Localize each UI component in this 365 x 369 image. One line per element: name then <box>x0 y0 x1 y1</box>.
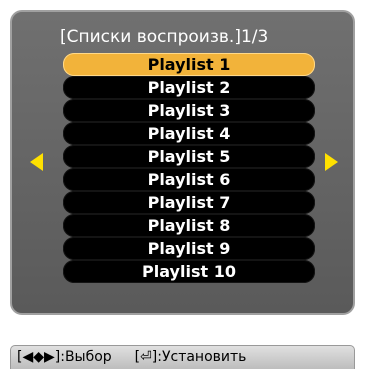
playlist-item-7[interactable]: Playlist 7 <box>63 191 315 214</box>
playlist-item-4[interactable]: Playlist 4 <box>63 122 315 145</box>
page-title: [Списки воспроизв.]1/3 <box>60 27 269 47</box>
playlist-item-6[interactable]: Playlist 6 <box>63 168 315 191</box>
playlist-item-9[interactable]: Playlist 9 <box>63 237 315 260</box>
playlist-item-1[interactable]: Playlist 1 <box>63 53 315 76</box>
help-bar: [◀◆▶]:Выбор [⏎]:Установить <box>10 345 355 369</box>
playlist-list: Playlist 1 Playlist 2 Playlist 3 Playlis… <box>63 53 315 283</box>
help-select: [◀◆▶]:Выбор <box>17 349 112 365</box>
playlist-item-8[interactable]: Playlist 8 <box>63 214 315 237</box>
playlist-item-5[interactable]: Playlist 5 <box>63 145 315 168</box>
help-confirm: [⏎]:Установить <box>134 349 247 365</box>
playlist-item-3[interactable]: Playlist 3 <box>63 99 315 122</box>
playlist-item-10[interactable]: Playlist 10 <box>63 260 315 283</box>
left-arrow-icon[interactable] <box>30 153 43 171</box>
playlist-item-2[interactable]: Playlist 2 <box>63 76 315 99</box>
right-arrow-icon[interactable] <box>325 153 338 171</box>
